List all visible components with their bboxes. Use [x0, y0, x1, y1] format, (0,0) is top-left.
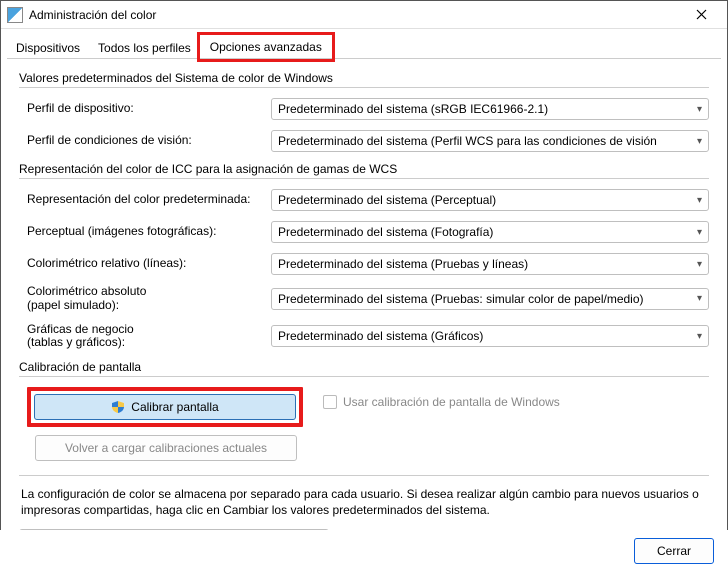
dialog-footer: Cerrar — [0, 530, 728, 574]
close-button[interactable]: Cerrar — [634, 538, 714, 564]
checkbox-icon — [323, 395, 337, 409]
separator — [19, 376, 709, 377]
tab-bar: Dispositivos Todos los perfiles Opciones… — [1, 29, 727, 59]
device-profile-value: Predeterminado del sistema (sRGB IEC6196… — [278, 102, 693, 116]
app-icon — [7, 7, 23, 23]
content: Valores predeterminados del Sistema de c… — [1, 59, 727, 563]
window-title: Administración del color — [29, 8, 681, 22]
relative-colorimetric-value: Predeterminado del sistema (Pruebas y lí… — [278, 257, 693, 271]
viewing-conditions-label: Perfil de condiciones de visión: — [19, 134, 271, 148]
group-defaults-title: Valores predeterminados del Sistema de c… — [19, 71, 709, 85]
tab-all-profiles[interactable]: Todos los perfiles — [89, 36, 200, 59]
device-profile-label: Perfil de dispositivo: — [19, 102, 271, 116]
window-close-button[interactable] — [681, 3, 721, 27]
business-graphics-value: Predeterminado del sistema (Gráficos) — [278, 329, 693, 343]
tab-devices[interactable]: Dispositivos — [7, 36, 89, 59]
chevron-down-icon: ▾ — [697, 227, 702, 238]
separator — [19, 475, 709, 476]
chevron-down-icon: ▾ — [697, 293, 702, 304]
shield-icon — [111, 400, 125, 414]
perceptual-select[interactable]: Predeterminado del sistema (Fotografía) … — [271, 221, 709, 243]
viewing-conditions-select[interactable]: Predeterminado del sistema (Perfil WCS p… — [271, 130, 709, 152]
group-calibration-title: Calibración de pantalla — [19, 360, 709, 374]
close-icon — [696, 9, 707, 20]
default-rendering-select[interactable]: Predeterminado del sistema (Perceptual) … — [271, 189, 709, 211]
chevron-down-icon: ▾ — [697, 195, 702, 206]
reload-calibrations-label: Volver a cargar calibraciones actuales — [65, 441, 267, 455]
chevron-down-icon: ▾ — [697, 104, 702, 115]
perceptual-label: Perceptual (imágenes fotográficas): — [19, 225, 271, 239]
titlebar: Administración del color — [1, 1, 727, 29]
use-windows-calibration-checkbox[interactable]: Usar calibración de pantalla de Windows — [323, 387, 560, 409]
use-windows-calibration-label: Usar calibración de pantalla de Windows — [343, 395, 560, 409]
footer-help-text: La configuración de color se almacena po… — [19, 486, 709, 518]
relative-colorimetric-select[interactable]: Predeterminado del sistema (Pruebas y lí… — [271, 253, 709, 275]
default-rendering-label: Representación del color predeterminada: — [19, 193, 271, 207]
absolute-colorimetric-select[interactable]: Predeterminado del sistema (Pruebas: sim… — [271, 288, 709, 310]
absolute-colorimetric-value: Predeterminado del sistema (Pruebas: sim… — [278, 292, 693, 306]
calibrate-display-label: Calibrar pantalla — [131, 400, 218, 414]
business-graphics-select[interactable]: Predeterminado del sistema (Gráficos) ▾ — [271, 325, 709, 347]
perceptual-value: Predeterminado del sistema (Fotografía) — [278, 225, 693, 239]
reload-calibrations-button[interactable]: Volver a cargar calibraciones actuales — [35, 435, 297, 461]
chevron-down-icon: ▾ — [697, 331, 702, 342]
viewing-conditions-value: Predeterminado del sistema (Perfil WCS p… — [278, 134, 693, 148]
group-icc-title: Representación del color de ICC para la … — [19, 162, 709, 176]
relative-colorimetric-label: Colorimétrico relativo (líneas): — [19, 257, 271, 271]
default-rendering-value: Predeterminado del sistema (Perceptual) — [278, 193, 693, 207]
calibrate-highlight: Calibrar pantalla — [27, 387, 303, 427]
chevron-down-icon: ▾ — [697, 259, 702, 270]
calibrate-display-button[interactable]: Calibrar pantalla — [34, 394, 296, 420]
absolute-colorimetric-label: Colorimétrico absoluto (papel simulado): — [19, 285, 271, 313]
tab-advanced-options[interactable]: Opciones avanzadas — [197, 32, 335, 62]
device-profile-select[interactable]: Predeterminado del sistema (sRGB IEC6196… — [271, 98, 709, 120]
separator — [19, 178, 709, 179]
separator — [19, 87, 709, 88]
chevron-down-icon: ▾ — [697, 136, 702, 147]
business-graphics-label: Gráficas de negocio (tablas y gráficos): — [19, 323, 271, 351]
